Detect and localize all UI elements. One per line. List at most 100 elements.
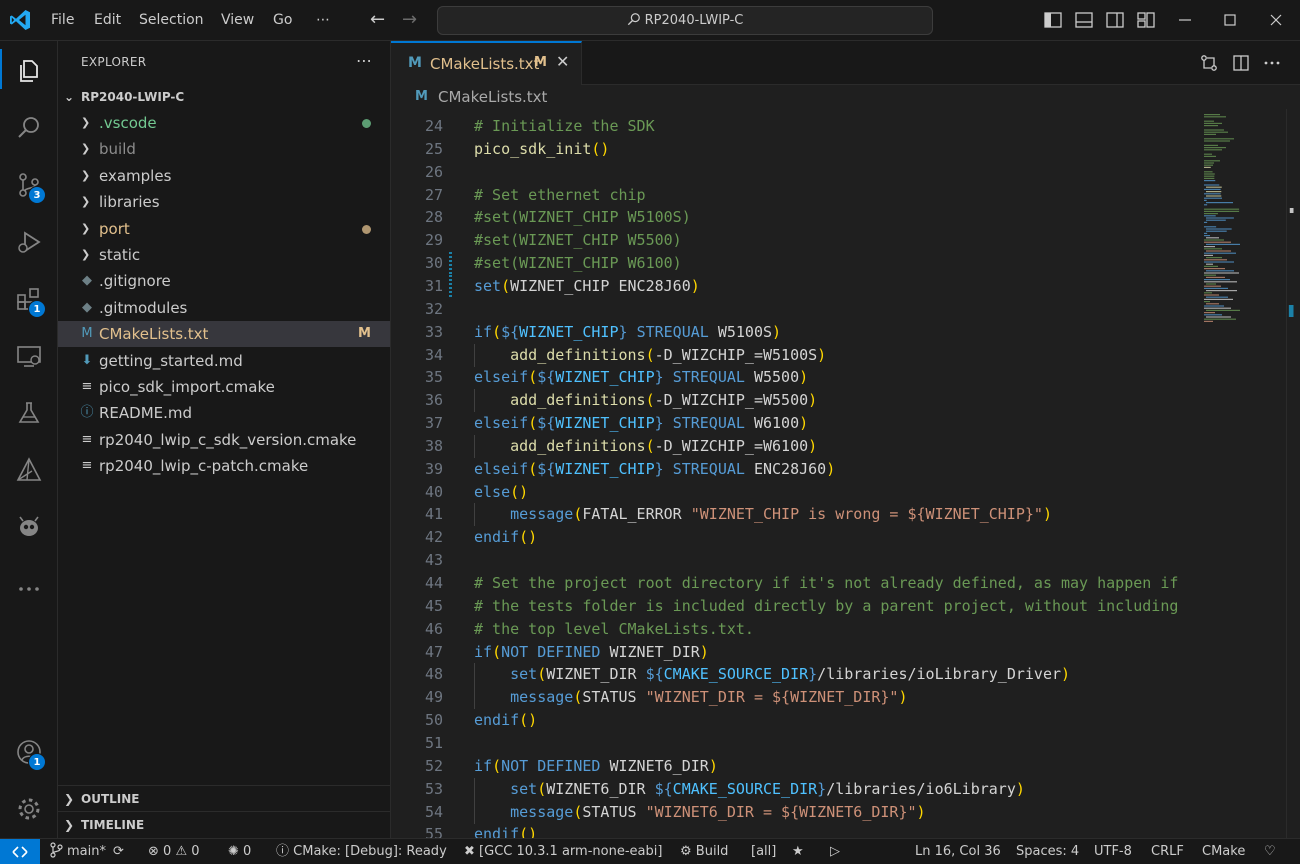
code-line: 52 if(NOT DEFINED WIZNET6_DIR) <box>391 755 1196 778</box>
activity-extensions[interactable]: 1 <box>0 273 58 321</box>
minimap[interactable] <box>1196 109 1286 838</box>
activity-run-debug[interactable] <box>0 216 58 264</box>
end-of-line[interactable]: CRLF <box>1151 839 1184 864</box>
activity-cmake[interactable] <box>0 444 58 492</box>
tree-folder[interactable]: ❯ examples <box>58 163 390 189</box>
tab-cmakelists[interactable]: M CMakeLists.txt M ✕ <box>391 41 582 85</box>
menu-view[interactable]: View <box>221 0 254 41</box>
code-token: add_definitions <box>510 436 646 455</box>
tree-file[interactable]: ◆ .gitignore <box>58 268 390 294</box>
activity-testing[interactable] <box>0 387 58 435</box>
activity-platformio[interactable] <box>0 501 58 549</box>
tree-file[interactable]: ≡ rp2040_lwip_c_sdk_version.cmake <box>58 427 390 453</box>
indentation[interactable]: Spaces: 4 <box>1016 839 1079 864</box>
more-actions-icon[interactable] <box>1262 53 1282 73</box>
tree-folder[interactable]: ❯ static <box>58 242 390 268</box>
code-text: # Set ethernet chip <box>474 184 646 207</box>
menu-go[interactable]: Go <box>273 0 292 41</box>
sidebar-more-actions[interactable]: ⋯ <box>356 51 372 70</box>
indent-guide <box>474 800 475 824</box>
outline-section[interactable]: ❯ OUTLINE <box>58 785 391 811</box>
broadcast-icon: ✺ <box>228 844 239 859</box>
tree-folder[interactable]: ❯ .vscode <box>58 110 390 136</box>
menu-selection[interactable]: Selection <box>139 0 204 41</box>
tree-file[interactable]: M CMakeLists.txt M <box>58 321 390 348</box>
close-window-icon[interactable] <box>1266 10 1286 30</box>
tree-file[interactable]: ◆ .gitmodules <box>58 295 390 321</box>
run-play-icon[interactable]: ▷ <box>830 839 840 864</box>
line-number: 48 <box>424 665 443 684</box>
tree-folder[interactable]: ❯ port <box>58 216 390 242</box>
toggle-primary-sidebar-icon[interactable] <box>1043 10 1063 30</box>
encoding[interactable]: UTF-8 <box>1094 839 1132 864</box>
activity-accounts[interactable]: 1 <box>0 726 58 774</box>
cmake-kit[interactable]: ✖ [GCC 10.3.1 arm-none-eabi] <box>464 839 662 864</box>
tree-folder[interactable]: ❯ build <box>58 136 390 162</box>
tree-file[interactable]: ⓘ README.md <box>58 400 390 426</box>
breadcrumb[interactable]: M CMakeLists.txt <box>391 85 1300 109</box>
ports-indicator[interactable]: ✺ 0 <box>228 839 251 864</box>
code-editor[interactable]: 24 # Initialize the SDK 25 pico_sdk_init() 2… <box>391 115 1196 838</box>
minimap-line <box>1204 166 1211 168</box>
cmake-build-button[interactable]: ⚙ Build <box>680 839 728 864</box>
code-token: () <box>510 482 529 501</box>
maximize-icon[interactable] <box>1220 10 1240 30</box>
code-text: # the top level CMakeLists.txt. <box>474 618 754 641</box>
command-center-search[interactable]: RP2040-LWIP-C <box>437 6 933 35</box>
tree-file[interactable]: ≡ rp2040_lwip_c-patch.cmake <box>58 453 390 479</box>
menu-more[interactable]: ⋯ <box>316 0 330 41</box>
vertical-scrollbar[interactable] <box>1286 109 1300 838</box>
activity-manage[interactable] <box>0 783 58 831</box>
customize-layout-icon[interactable] <box>1136 10 1156 30</box>
cmake-status[interactable]: ⓘ CMake: [Debug]: Ready <box>276 839 447 864</box>
minimap-line <box>1206 217 1234 219</box>
git-branch[interactable]: main* <box>49 839 106 864</box>
toggle-panel-icon[interactable] <box>1074 10 1094 30</box>
code-text: else() <box>474 481 528 504</box>
breadcrumb-file[interactable]: CMakeLists.txt <box>438 85 547 109</box>
ports-count: 0 <box>243 844 252 859</box>
tree-file[interactable]: ⬇ getting_started.md <box>58 348 390 374</box>
gutter-modified-indicator[interactable] <box>449 252 452 276</box>
cursor-position[interactable]: Ln 16, Col 36 <box>915 839 1001 864</box>
code-token: if <box>474 756 493 775</box>
forward-arrow-icon[interactable]: → <box>402 9 417 31</box>
minimize-icon[interactable] <box>1175 10 1195 30</box>
menu-file[interactable]: File <box>51 0 74 41</box>
debug-bug-icon[interactable]: ★ <box>792 839 804 864</box>
gutter-modified-indicator[interactable] <box>449 274 452 298</box>
cmake-target[interactable]: [all] <box>751 839 776 864</box>
code-line: 51 <box>391 732 1196 755</box>
problems-indicator[interactable]: ⊗ 0 ⚠ 0 <box>148 839 200 864</box>
language-mode[interactable]: CMake <box>1202 839 1245 864</box>
menu-edit[interactable]: Edit <box>94 0 121 41</box>
code-token: #set(WIZNET_CHIP W5500) <box>474 231 682 250</box>
code-text: # the tests folder is included directly … <box>474 595 1178 618</box>
activity-search[interactable] <box>0 102 58 150</box>
activity-more[interactable] <box>0 563 58 611</box>
minimap-line <box>1204 213 1218 215</box>
minimap-line <box>1204 265 1218 267</box>
tree-folder[interactable]: ❯ libraries <box>58 189 390 215</box>
sync-icon[interactable]: ⟳ <box>113 839 124 864</box>
activity-explorer[interactable] <box>0 45 58 93</box>
tab-close-icon[interactable]: ✕ <box>556 52 569 71</box>
toggle-secondary-sidebar-icon[interactable] <box>1105 10 1125 30</box>
code-token: ( <box>573 688 583 707</box>
line-number: 54 <box>424 802 443 821</box>
activity-remote-explorer[interactable] <box>0 330 58 378</box>
split-editor-icon[interactable] <box>1231 53 1251 73</box>
back-arrow-icon[interactable]: ← <box>370 9 385 31</box>
notifications-bell-icon[interactable]: ♡ <box>1264 839 1276 864</box>
remote-indicator[interactable] <box>0 839 40 864</box>
code-text: if(NOT DEFINED WIZNET_DIR) <box>474 641 709 664</box>
line-number: 28 <box>424 208 443 227</box>
minimap-line <box>1206 191 1222 193</box>
code-token: ) <box>898 688 908 707</box>
code-text: endif() <box>474 823 537 838</box>
activity-source-control[interactable]: 3 <box>0 159 58 207</box>
tree-file[interactable]: ≡ pico_sdk_import.cmake <box>58 374 390 400</box>
workspace-root-folder[interactable]: ⌄ RP2040-LWIP-C <box>58 85 391 109</box>
timeline-section[interactable]: ❯ TIMELINE <box>58 811 391 837</box>
open-changes-icon[interactable] <box>1199 53 1219 73</box>
